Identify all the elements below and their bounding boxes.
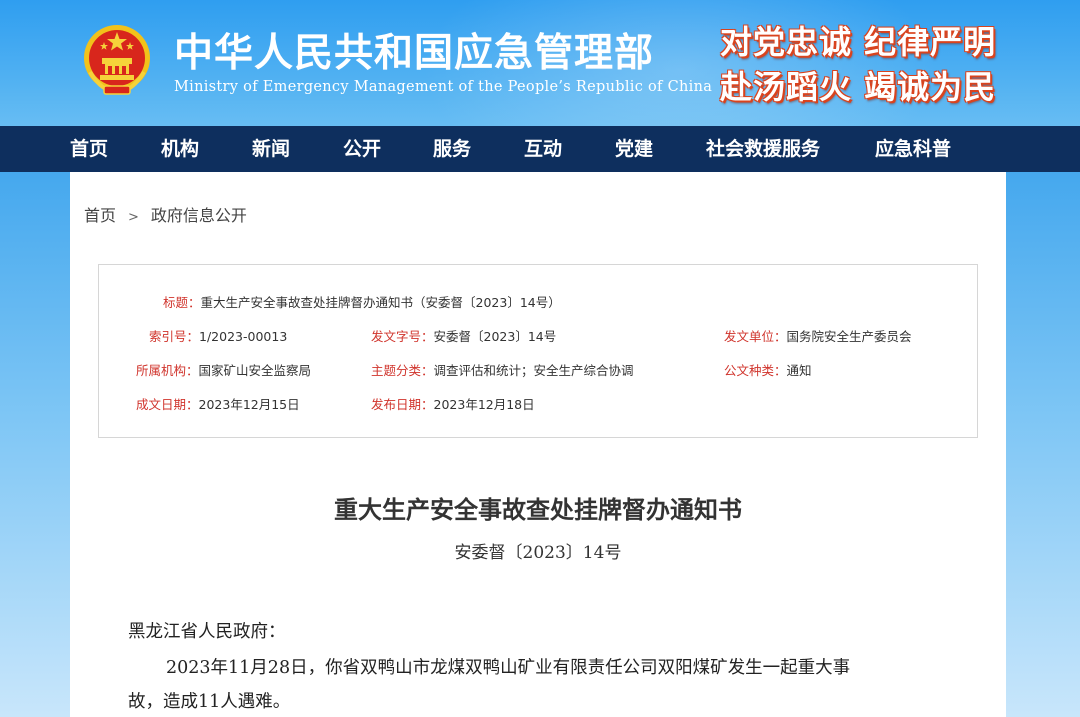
meta-type-value: 通知 (786, 363, 812, 378)
meta-title: 标题：重大生产安全事故查处挂牌督办通知书（安委督〔2023〕14号） (163, 292, 561, 311)
meta-index: 索引号：1/2023-00013 (149, 326, 287, 345)
nav-item-news[interactable]: 新闻 (252, 126, 290, 172)
meta-org: 所属机构：国家矿山安全监察局 (136, 360, 311, 379)
nav-item-social-rescue[interactable]: 社会救援服务 (706, 126, 820, 172)
meta-issuer: 发文单位：国务院安全生产委员会 (724, 326, 912, 345)
site-subtitle: Ministry of Emergency Management of the … (174, 79, 713, 95)
site-title[interactable]: 中华人民共和国应急管理部 (174, 22, 654, 78)
article-body-line-2: 故，造成11人遇难。 (128, 692, 291, 712)
nav-item-organization[interactable]: 机构 (161, 126, 199, 172)
meta-index-label: 索引号： (149, 329, 200, 344)
content-panel: 首页 > 政府信息公开 标题：重大生产安全事故查处挂牌督办通知书（安委督〔2023〕… (70, 172, 1006, 717)
slogan-line-2: 赴汤蹈火 竭诚为民 (720, 68, 997, 106)
national-emblem-icon[interactable] (82, 22, 152, 96)
meta-topic-value: 调查评估和统计；安全生产综合协调 (433, 363, 634, 378)
nav-item-disclosure[interactable]: 公开 (343, 126, 381, 172)
article-title: 重大生产安全事故查处挂牌督办通知书 (334, 495, 742, 524)
nav-item-party[interactable]: 党建 (615, 126, 653, 172)
meta-type-label: 公文种类： (724, 363, 787, 378)
meta-issuer-value: 国务院安全生产委员会 (786, 329, 912, 344)
metadata-box: 标题：重大生产安全事故查处挂牌督办通知书（安委督〔2023〕14号） 索引号：1… (98, 264, 978, 438)
breadcrumb: 首页 > 政府信息公开 (84, 202, 247, 226)
breadcrumb-home-link[interactable]: 首页 (84, 206, 116, 225)
meta-type: 公文种类：通知 (724, 360, 812, 379)
meta-index-value: 1/2023-00013 (199, 329, 288, 344)
nav-item-science[interactable]: 应急科普 (875, 126, 951, 172)
site-header: 中华人民共和国应急管理部 Ministry of Emergency Manag… (0, 0, 1080, 126)
article-body-line-1: 2023年11月28日，你省双鸭山市龙煤双鸭山矿业有限责任公司双阳煤矿发生一起重… (166, 658, 851, 678)
meta-topic: 主题分类：调查评估和统计；安全生产综合协调 (371, 360, 634, 379)
main-nav: 首页 机构 新闻 公开 服务 互动 党建 社会救援服务 应急科普 (0, 126, 1080, 172)
meta-org-value: 国家矿山安全监察局 (198, 363, 312, 378)
breadcrumb-current-link[interactable]: 政府信息公开 (151, 206, 247, 225)
article-doc-number: 安委督〔2023〕14号 (454, 543, 622, 563)
nav-item-home[interactable]: 首页 (70, 126, 108, 172)
meta-published-date: 发布日期：2023年12月18日 (371, 394, 535, 413)
meta-written-date-value: 2023年12月15日 (198, 397, 300, 412)
meta-doc-no-label: 发文字号： (371, 329, 434, 344)
meta-doc-no-value: 安委督〔2023〕14号 (433, 329, 557, 344)
meta-published-date-label: 发布日期： (371, 397, 434, 412)
meta-issuer-label: 发文单位： (724, 329, 787, 344)
nav-item-services[interactable]: 服务 (433, 126, 471, 172)
meta-title-label: 标题： (163, 295, 201, 310)
meta-topic-label: 主题分类： (371, 363, 434, 378)
nav-item-interaction[interactable]: 互动 (524, 126, 562, 172)
breadcrumb-separator: > (128, 210, 139, 225)
meta-title-value: 重大生产安全事故查处挂牌督办通知书（安委督〔2023〕14号） (200, 295, 561, 310)
meta-org-label: 所属机构： (136, 363, 199, 378)
meta-written-date: 成文日期：2023年12月15日 (136, 394, 300, 413)
meta-published-date-value: 2023年12月18日 (433, 397, 535, 412)
meta-doc-no: 发文字号：安委督〔2023〕14号 (371, 326, 556, 345)
slogan-line-1: 对党忠诚 纪律严明 (720, 23, 997, 61)
article-salutation: 黑龙江省人民政府： (128, 622, 286, 642)
meta-written-date-label: 成文日期： (136, 397, 199, 412)
